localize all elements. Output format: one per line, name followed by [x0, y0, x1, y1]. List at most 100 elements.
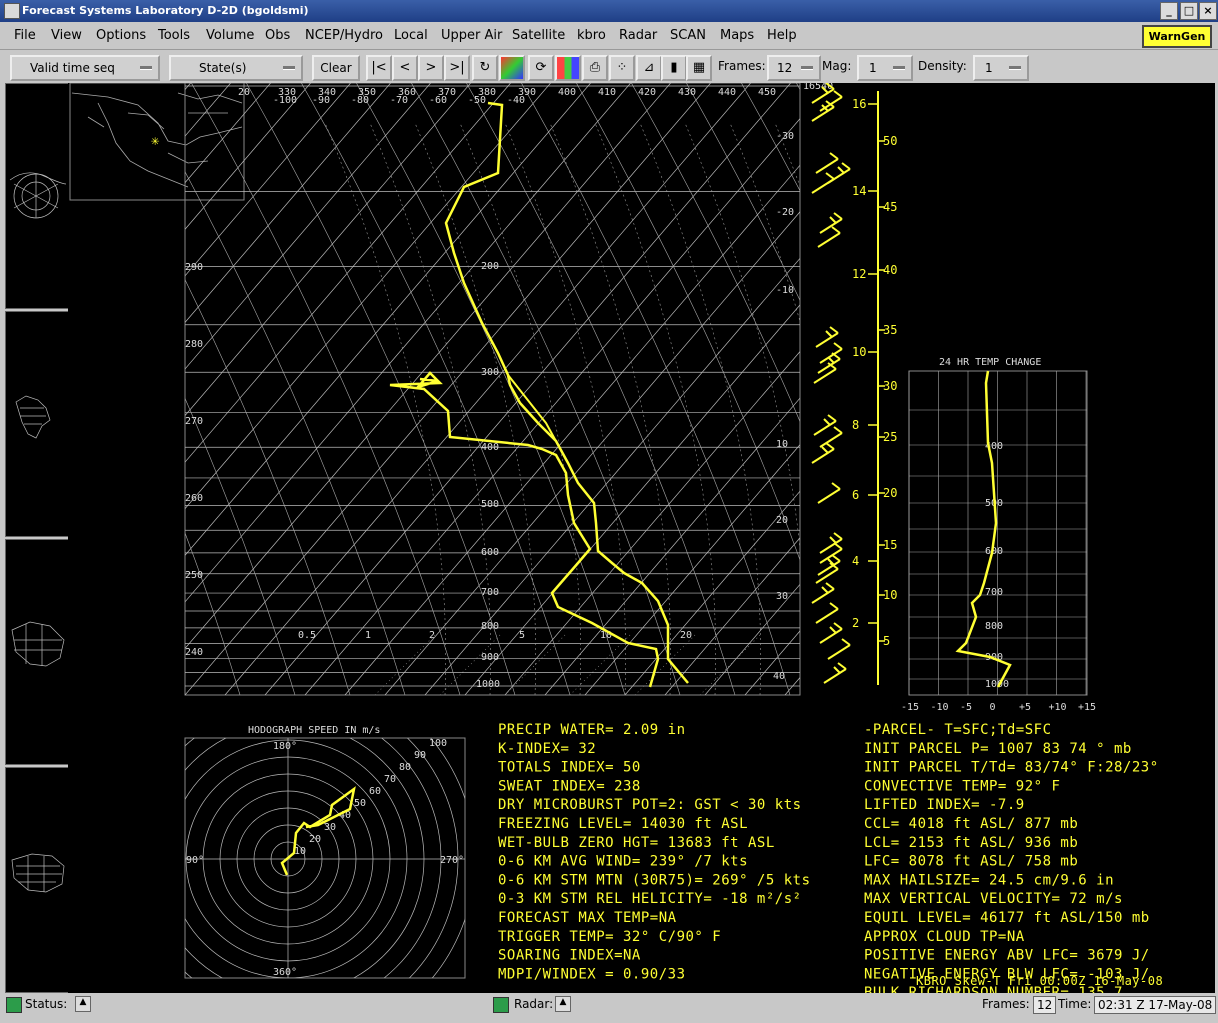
menu-upper-air[interactable]: Upper Air — [441, 28, 502, 43]
kft-tick-label: 50 — [883, 134, 897, 148]
hodograph-speed-label: 80 — [399, 762, 411, 773]
isotherm-line — [1025, 83, 1215, 695]
isotherm-line — [664, 537, 800, 695]
wind-barb — [811, 100, 835, 122]
color-table-icon[interactable] — [499, 55, 525, 81]
temp-change-x-label: -10 — [931, 702, 949, 713]
moist-adiabat-line — [594, 122, 717, 695]
isotherm-line — [185, 83, 512, 463]
close-button[interactable]: × — [1199, 2, 1217, 20]
radar-expand-icon[interactable]: ▲ — [555, 996, 571, 1012]
status-indicator-icon — [6, 997, 22, 1013]
theta-e-tick-label: 440 — [718, 87, 736, 98]
dry-adiabat-line — [411, 83, 681, 695]
menu-help[interactable]: Help — [767, 28, 797, 43]
menu-satellite[interactable]: Satellite — [512, 28, 565, 43]
theta-tick-label: 270 — [185, 416, 203, 427]
mag-dropdown[interactable]: 1 — [857, 55, 913, 81]
kft-tick-label: 45 — [883, 200, 897, 214]
hodograph-speed-label: 50 — [354, 798, 366, 809]
isotherm-line — [704, 583, 800, 695]
menu-file[interactable]: File — [14, 28, 36, 43]
kft-tick-label: 5 — [883, 634, 890, 648]
mixing-ratio-tick-label: 2 — [429, 630, 435, 641]
menu-view[interactable]: View — [51, 28, 82, 43]
wind-barb — [817, 482, 841, 504]
status-bar: Status: ▲ Radar: ▲ Frames: 12 Time: 02:3… — [0, 993, 1218, 1023]
valid-time-seq-dropdown[interactable]: Valid time seq — [10, 55, 160, 81]
minimize-button[interactable]: _ — [1160, 2, 1178, 20]
isotherm-line — [185, 83, 352, 277]
mag-value: 1 — [869, 61, 877, 75]
baselines-icon[interactable]: ⊿ — [636, 55, 662, 81]
refresh-icon[interactable]: ⟳ — [528, 55, 554, 81]
isotherm-tick-label: 40 — [773, 671, 785, 682]
isotherm-tick-label: 10 — [776, 439, 788, 450]
wind-barb — [813, 362, 837, 384]
menu-tools[interactable]: Tools — [158, 28, 190, 43]
menu-ncep-hydro[interactable]: NCEP/Hydro — [305, 28, 383, 43]
hodograph-dir-label: 90° — [186, 855, 204, 866]
temp-change-x-label: +15 — [1078, 702, 1096, 713]
next-frame-icon[interactable]: > — [418, 55, 444, 81]
kft-tick-label: 40 — [883, 263, 897, 277]
main-display-canvas[interactable]: ✳ 20 330 340 350 360 370 380 390 400 410 420 430 440… — [68, 81, 1215, 993]
clear-button[interactable]: Clear — [312, 55, 360, 81]
dry-adiabat-line — [68, 83, 130, 695]
dry-adiabat-line — [1060, 83, 1215, 695]
panel-four-icon[interactable]: ▦ — [686, 55, 712, 81]
mixing-ratio-tick-label: 20 — [680, 630, 692, 641]
warngen-button[interactable]: WarnGen — [1142, 25, 1212, 48]
menu-volume[interactable]: Volume — [206, 28, 254, 43]
thumbnail-panel-4[interactable] — [5, 767, 69, 993]
radar-indicator-icon — [493, 997, 509, 1013]
isotherm-line — [185, 83, 632, 603]
thumbnail-panel-3[interactable] — [5, 539, 69, 765]
hodograph-frame — [184, 737, 466, 979]
svg-text:✳: ✳ — [151, 133, 160, 149]
frames-dropdown[interactable]: 12 — [767, 55, 821, 81]
kft-tick-label: 25 — [883, 430, 897, 444]
theta-e-tick-label: 410 — [598, 87, 616, 98]
loop-icon[interactable]: ↻ — [472, 55, 498, 81]
menu-bar: File View Options Tools Volume Obs NCEP/… — [0, 22, 1218, 50]
menu-scan[interactable]: SCAN — [670, 28, 706, 43]
isotherm-tick-label: 20 — [776, 515, 788, 526]
thumbnail-panel-2[interactable] — [5, 311, 69, 537]
dry-adiabat-line — [185, 171, 406, 695]
pressure-tick-label: 300 — [481, 367, 499, 378]
left-panel — [3, 83, 69, 993]
menu-maps[interactable]: Maps — [720, 28, 754, 43]
panel-single-icon[interactable]: ▮ — [661, 55, 687, 81]
last-frame-icon[interactable]: >| — [444, 55, 470, 81]
points-icon[interactable]: ⁘ — [609, 55, 635, 81]
menu-options[interactable]: Options — [96, 28, 146, 43]
celsius-tick-label: -70 — [390, 95, 408, 106]
dry-adiabat-line — [185, 693, 186, 695]
menu-kbro[interactable]: kbro — [577, 28, 606, 43]
isotherm-line — [544, 397, 800, 695]
menu-radar[interactable]: Radar — [619, 28, 657, 43]
menu-obs[interactable]: Obs — [265, 28, 290, 43]
pressure-tick-label: 500 — [481, 499, 499, 510]
dropdown-arrow-icon — [1009, 66, 1021, 70]
maximize-button[interactable]: □ — [1180, 2, 1198, 20]
print-icon[interactable]: ⎙ — [582, 55, 608, 81]
menu-local[interactable]: Local — [394, 28, 428, 43]
prev-frame-icon[interactable]: < — [392, 55, 418, 81]
first-frame-icon[interactable]: |< — [366, 55, 392, 81]
celsius-tick-label: -40 — [507, 95, 525, 106]
density-label: Density: — [918, 59, 967, 73]
theta-e-tick-label: 20 — [238, 87, 250, 98]
thumbnail-panel-1[interactable] — [5, 83, 69, 309]
skewt-display: ✳ 20 330 340 350 360 370 380 390 400 410 420 430 440… — [68, 81, 1215, 979]
wind-barb — [815, 602, 839, 624]
states-dropdown[interactable]: State(s) — [169, 55, 303, 81]
density-dropdown[interactable]: 1 — [973, 55, 1029, 81]
wind-barb — [811, 172, 835, 194]
image-combine-icon[interactable] — [555, 55, 581, 81]
isotherm-line — [384, 211, 800, 695]
status-expand-icon[interactable]: ▲ — [75, 996, 91, 1012]
temp-change-x-label: +10 — [1049, 702, 1067, 713]
parcel-trace — [507, 374, 569, 464]
